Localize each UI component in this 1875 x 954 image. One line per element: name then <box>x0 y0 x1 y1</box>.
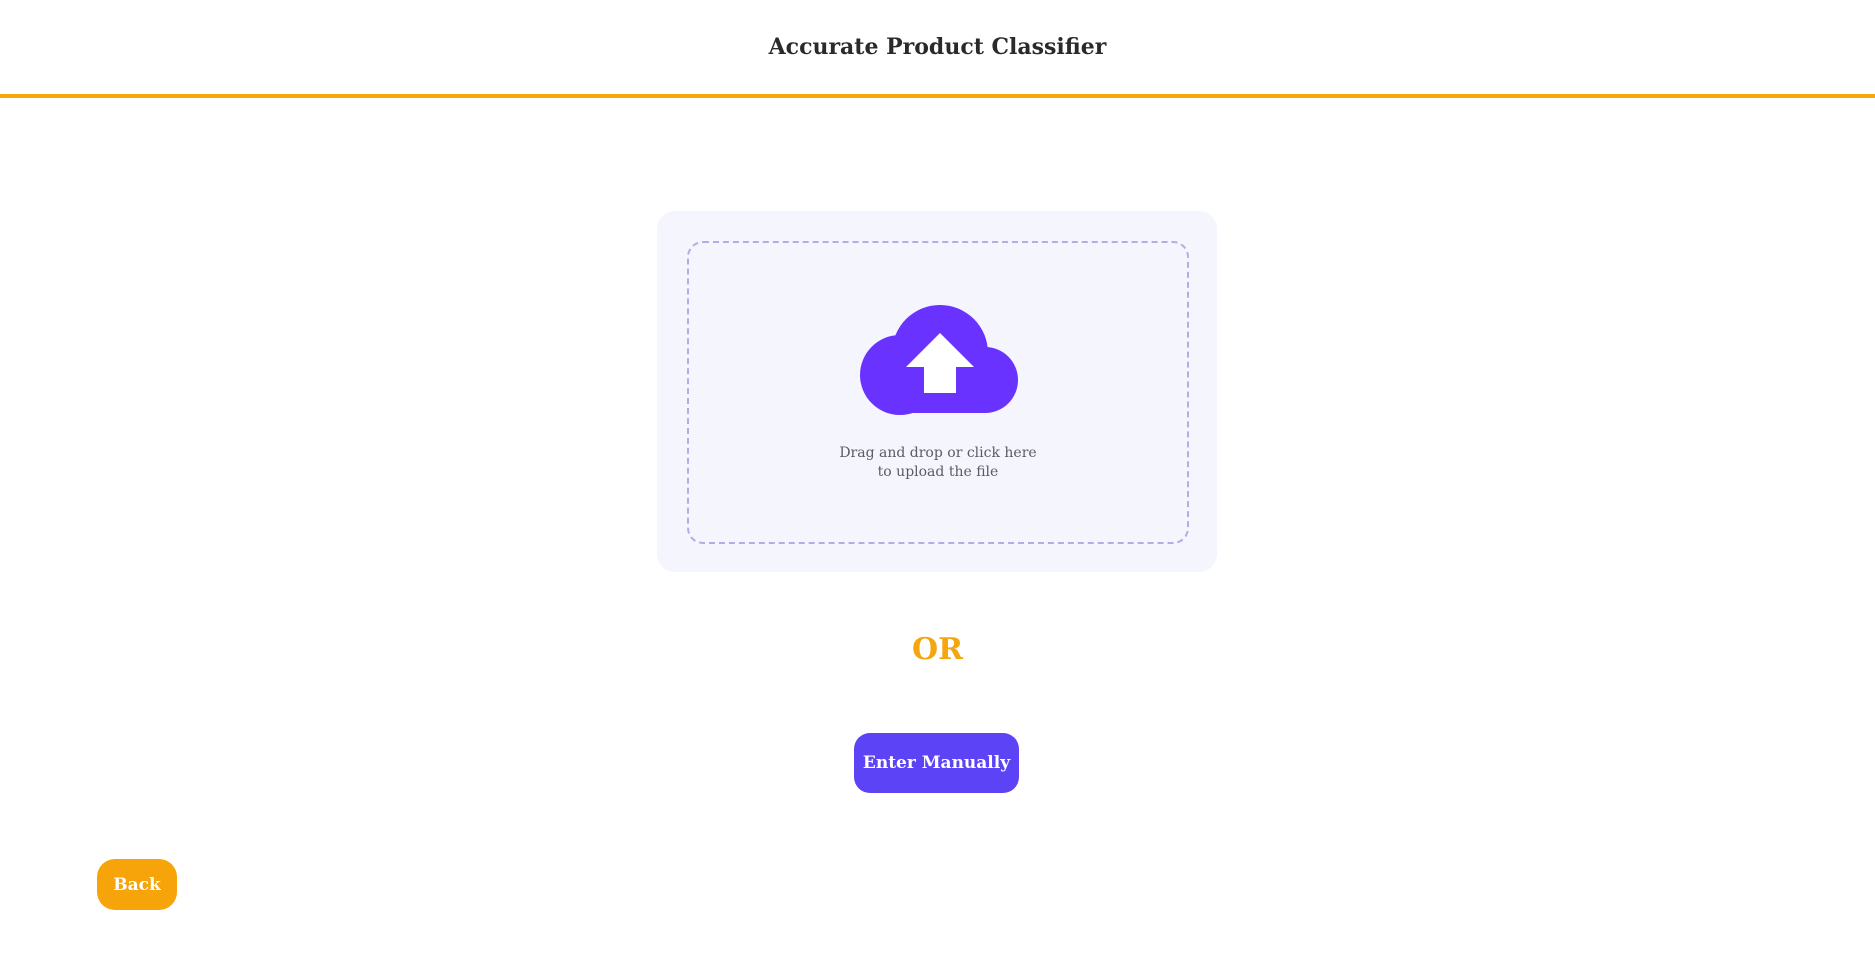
file-dropzone[interactable]: Drag and drop or click here to upload th… <box>687 241 1189 544</box>
cloud-upload-icon <box>860 305 1018 415</box>
upload-instruction-line1: Drag and drop or click here <box>839 445 1037 461</box>
back-button[interactable]: Back <box>97 859 177 910</box>
upload-card: Drag and drop or click here to upload th… <box>657 211 1217 572</box>
page-title: Accurate Product Classifier <box>768 34 1107 60</box>
upload-instruction-line2: to upload the file <box>877 464 999 480</box>
or-divider-text: OR <box>911 632 964 667</box>
app-header: Accurate Product Classifier <box>0 0 1875 98</box>
enter-manually-button[interactable]: Enter Manually <box>854 733 1019 793</box>
